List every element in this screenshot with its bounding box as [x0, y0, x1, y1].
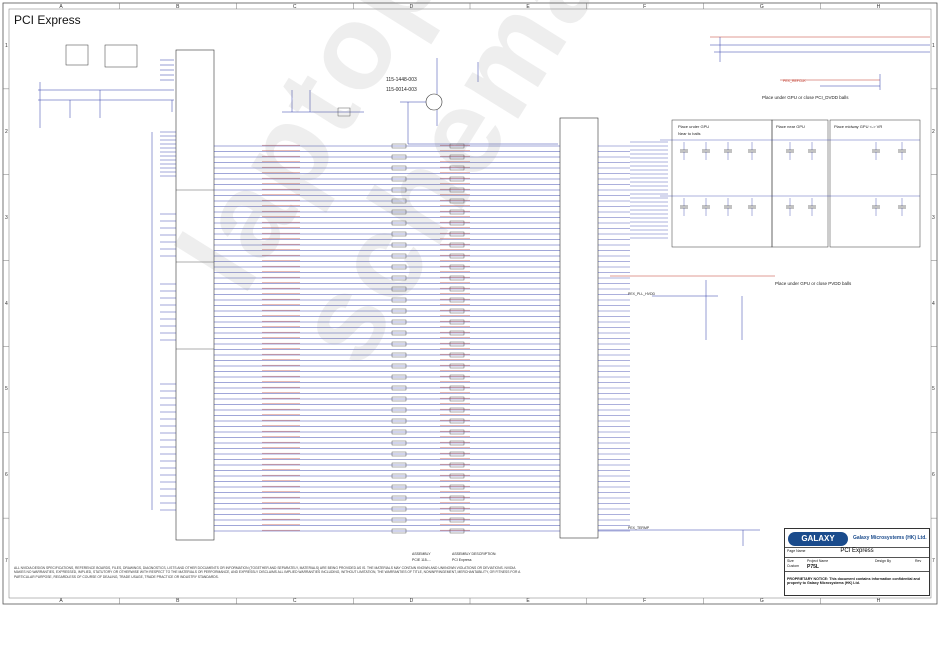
title-block-page-name: PCI Express [840, 548, 874, 554]
box-midway [829, 119, 921, 248]
frame-col-label: A [59, 4, 63, 10]
assembly-label: ASSEMBLY [412, 552, 431, 556]
assembly-desc-value: PCI Express [452, 558, 472, 562]
frame-col-label: A [59, 598, 63, 604]
edge-pin-stubs [598, 141, 668, 532]
frame-row-label: 2 [932, 128, 935, 135]
schematic-sheet: AABBCCDDEEFFGGHH11223344556677 PCI Expre… [0, 0, 950, 672]
frame-row-label: 4 [5, 300, 8, 307]
pdvdd-placement-note: Place under GPU or close PCI_DVDD balls [762, 95, 849, 100]
pex-terms-net: PEX_TERMP [628, 526, 650, 530]
pvdd-placement-note: Place under GPU or close PVDD balls [775, 281, 852, 286]
power-rail-top [710, 36, 930, 90]
frame-col-label: B [176, 598, 180, 604]
frame-row-label: 1 [5, 42, 8, 49]
frame-row-label: 2 [5, 128, 8, 135]
frame-col-label: C [292, 598, 297, 604]
box-midway-label: Place midway GPU <-> VR [834, 124, 883, 129]
frame-col-label: F [643, 598, 647, 604]
frame-col-label: G [759, 598, 764, 604]
pvdd-net: PEX_PLL_HVDD [628, 292, 656, 296]
confidential-notice: PROPRIETARY NOTICE: This document contai… [787, 577, 920, 585]
assembly-desc-label: ASSEMBLY DESCRIPTION: [452, 552, 497, 556]
frame-row-label: 6 [5, 472, 8, 479]
frame-col-label: B [176, 4, 180, 10]
bga-part-left [175, 49, 215, 541]
frame-row-label: 7 [5, 558, 8, 565]
disclaimer-text: ALL NVIDIA DESIGN SPECIFICATIONS, REFERE… [14, 566, 521, 579]
frame-row-label: 3 [5, 214, 8, 221]
edge-connector-body [559, 117, 599, 539]
box-under-gpu [671, 119, 773, 248]
part-number-2: 115-0014-003 [386, 87, 417, 93]
box-near-gpu-label: Place near GPU [776, 124, 805, 129]
gnd-pin-column [151, 131, 176, 511]
frame-col-label: E [526, 598, 530, 604]
title-block: GALAXY Galaxy Microsystems (HK) Ltd. Pag… [784, 528, 930, 596]
frame-row-label: 5 [5, 386, 8, 393]
design-by-label: Design By [875, 559, 891, 563]
assembly-value: PCIE 115-... [412, 558, 431, 562]
pex-refclk-net: PEX_REFCLK [783, 79, 806, 83]
frame-row-label: 6 [932, 472, 935, 479]
bga-body [175, 49, 215, 541]
size-value: Custom [787, 564, 800, 568]
box-near-balls-label: Near to balls [678, 131, 701, 136]
frame-row-label: 4 [932, 300, 935, 307]
decoupling-boxes [598, 119, 921, 546]
project-label: Project Name [807, 559, 829, 563]
box-near-gpu [771, 119, 829, 248]
frame-col-label: G [759, 4, 764, 10]
company-name: Galaxy Microsystems (HK) Ltd. [853, 535, 927, 541]
page-title: PCI Express [14, 13, 81, 27]
box-under-gpu-label: Place under GPU [678, 124, 710, 129]
rev-label: Rev [915, 559, 922, 563]
frame-row-label: 1 [932, 42, 935, 49]
frame-row-label: 5 [932, 386, 935, 393]
regulator-block [38, 44, 174, 128]
capacitor-grid [680, 142, 906, 216]
size-label: Size [787, 559, 794, 563]
frame-col-label: F [643, 4, 647, 10]
part-number-1: 115-1448-003 [386, 77, 417, 83]
frame-col-label: D [409, 598, 414, 604]
frame-row-label: 3 [932, 214, 935, 221]
project-value: P75L [807, 564, 819, 570]
regulator-body [104, 44, 138, 68]
company-logo: GALAXY [788, 532, 848, 546]
pcie-edge-body [559, 117, 599, 539]
frame-col-label: H [876, 598, 881, 604]
frame-col-label: H [876, 4, 881, 10]
frame-row-label: 7 [932, 558, 935, 565]
